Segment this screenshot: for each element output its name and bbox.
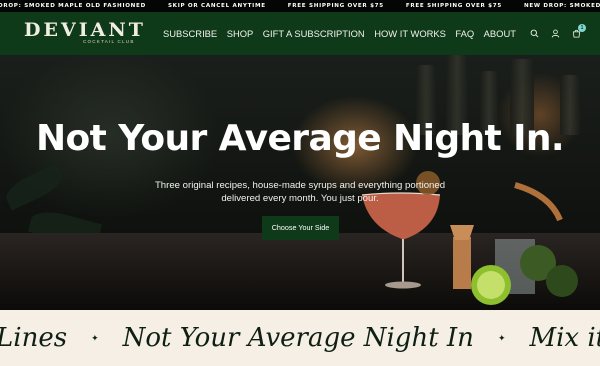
nav-item-gift-subscription[interactable]: GIFT A SUBSCRIPTION	[263, 28, 365, 39]
nav-item-faq[interactable]: FAQ	[455, 28, 474, 39]
marquee-separator-icon: ✦	[91, 333, 99, 343]
announcement-track: DROP: SMOKED MAPLE OLD FASHIONED SKIP OR…	[0, 0, 600, 12]
search-icon[interactable]	[528, 28, 540, 40]
account-icon[interactable]	[549, 28, 561, 40]
announcement-item: DROP: SMOKED MAPLE OLD FASHIONED	[0, 3, 146, 9]
cart-icon[interactable]: 1	[570, 23, 586, 40]
header-icons: 1	[519, 12, 586, 55]
nav-item-about[interactable]: ABOUT	[484, 28, 516, 39]
announcement-bar: DROP: SMOKED MAPLE OLD FASHIONED SKIP OR…	[0, 0, 600, 12]
hero-subtitle: Three original recipes, house-made syrup…	[154, 180, 446, 204]
marquee-track: Lines ✦ Not Your Average Night In ✦ Mix …	[0, 321, 600, 355]
site-header: DEVIANT COCKTAIL CLUB SUBSCRIBE SHOP GIF…	[0, 12, 600, 55]
announcement-item: FREE SHIPPING OVER $75	[287, 3, 384, 9]
hero-section: Not Your Average Night In. Three origina…	[0, 55, 600, 310]
nav-item-shop[interactable]: SHOP	[227, 28, 254, 39]
marquee-text: Not Your Average Night In	[122, 323, 474, 353]
hero-title: Not Your Average Night In.	[36, 118, 565, 159]
choose-your-side-button[interactable]: Choose Your Side	[262, 216, 339, 240]
marquee-text: Lines	[0, 323, 68, 353]
logo[interactable]: DEVIANT COCKTAIL CLUB	[24, 19, 152, 49]
marquee-separator-icon: ✦	[497, 333, 506, 343]
cart-count-badge: 1	[578, 23, 586, 32]
announcement-item: FREE SHIPPING OVER $75	[405, 3, 502, 9]
nav-item-subscribe[interactable]: SUBSCRIBE	[163, 28, 217, 39]
main-nav: SUBSCRIBE SHOP GIFT A SUBSCRIPTION HOW I…	[163, 12, 525, 55]
announcement-item: SKIP OR CANCEL ANYTIME	[167, 3, 266, 9]
plant-leaf	[1, 163, 67, 211]
nav-item-how-it-works[interactable]: HOW IT WORKS	[374, 28, 446, 39]
marquee-text: Mix it. Sip	[529, 323, 600, 353]
logo-wordmark: DEVIANT	[24, 19, 146, 41]
announcement-item: NEW DROP: SMOKED	[523, 3, 600, 9]
logo-tagline: COCKTAIL CLUB	[83, 39, 135, 44]
marquee-strip: Lines ✦ Not Your Average Night In ✦ Mix …	[0, 310, 600, 366]
